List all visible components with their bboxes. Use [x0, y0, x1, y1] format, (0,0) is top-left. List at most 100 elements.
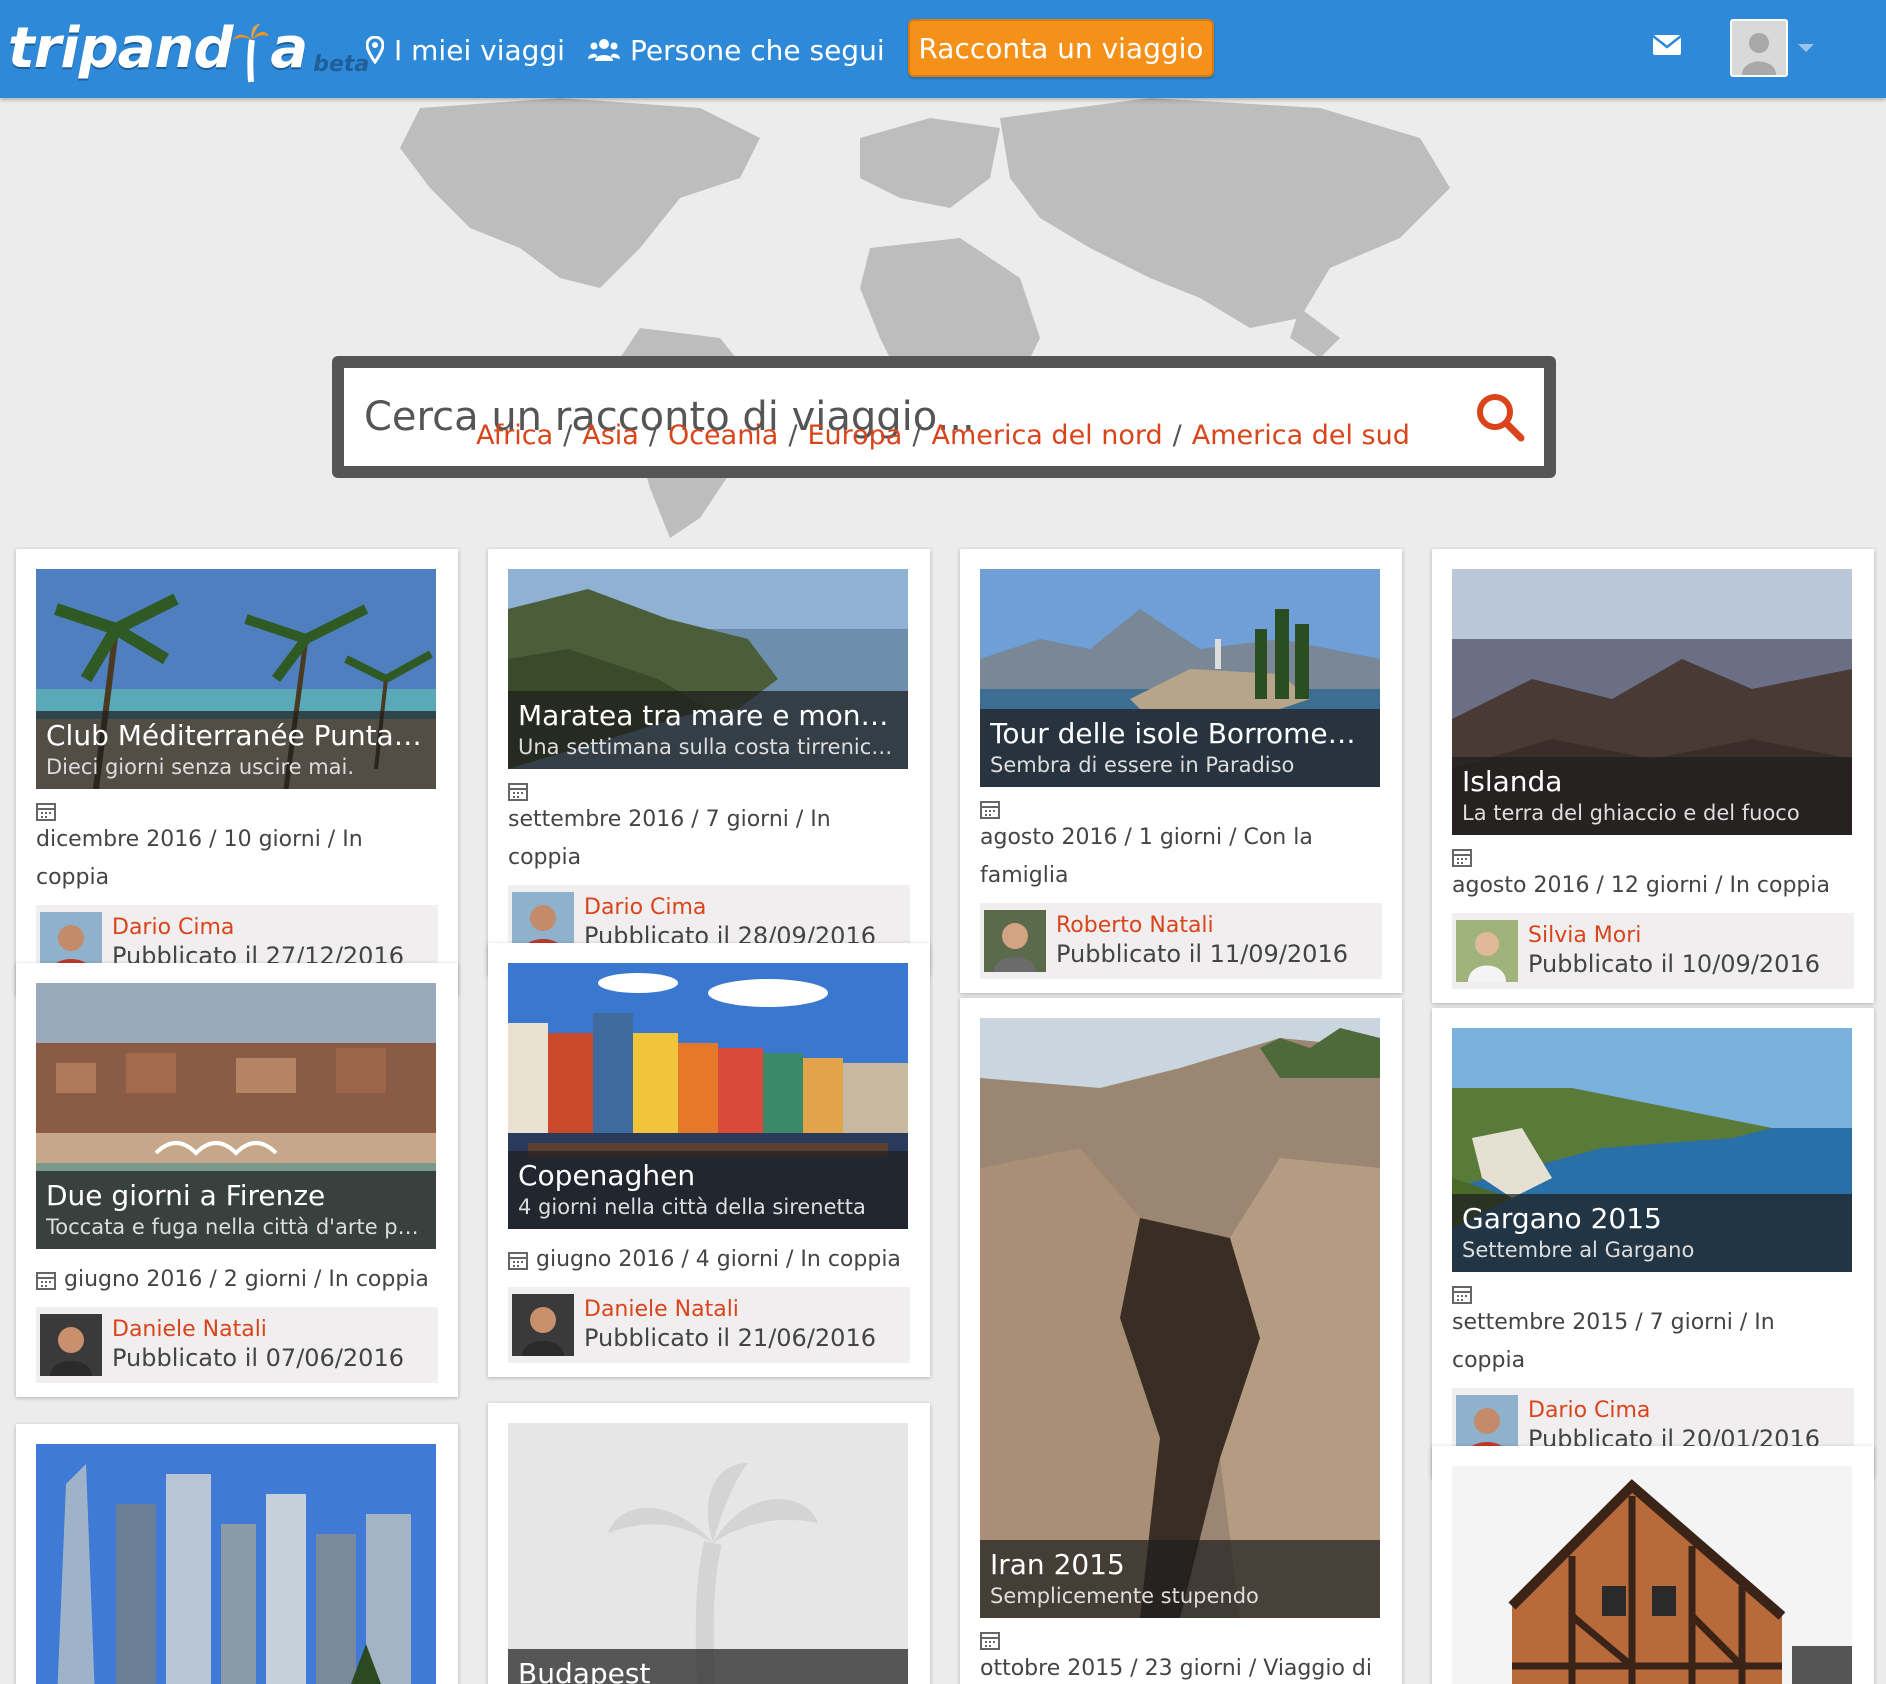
trip-meta: giugno 2016 / 4 giorni / In coppia — [508, 1241, 910, 1279]
publish-date: Pubblicato il 11/09/2016 — [1056, 940, 1348, 968]
trip-card[interactable]: Budapest — [488, 1403, 930, 1684]
search-field-wrapper — [344, 368, 1544, 466]
author-box[interactable]: Daniele Natali Pubblicato il 21/06/2016 — [508, 1287, 910, 1363]
calendar-icon — [508, 781, 528, 801]
trip-thumbnail[interactable]: Due giorni a Firenze Toccata e fuga nell… — [36, 983, 436, 1249]
timbered-house-photo — [1452, 1466, 1852, 1684]
top-navbar: tripand a beta I miei viaggi Persone che… — [0, 0, 1886, 98]
trip-thumbnail[interactable] — [36, 1444, 436, 1684]
separator: / — [563, 420, 573, 451]
trip-title: Tour delle isole Borromee de... — [990, 717, 1370, 750]
trip-meta: ottobre 2015 / 23 giorni / Viaggio di gr… — [980, 1630, 1382, 1684]
trip-thumbnail[interactable]: Budapest — [508, 1423, 908, 1684]
trip-card[interactable]: Due giorni a Firenze Toccata e fuga nell… — [16, 963, 458, 1397]
trip-meta-text: settembre 2015 / 7 giorni / In coppia — [1452, 1310, 1775, 1373]
trip-thumbnail[interactable]: Copenaghen 4 giorni nella città della si… — [508, 963, 908, 1229]
author-name[interactable]: Dario Cima — [1528, 1398, 1820, 1424]
skyscrapers-photo — [36, 1444, 436, 1684]
trip-subtitle: Sembra di essere in Paradiso — [990, 753, 1295, 777]
calendar-icon — [1452, 847, 1472, 867]
trip-card[interactable]: Maratea tra mare e montagn... Una settim… — [488, 549, 930, 975]
calendar-icon — [508, 1241, 528, 1279]
separator: / — [788, 420, 798, 451]
card-caption: Due giorni a Firenze Toccata e fuga nell… — [36, 1171, 436, 1249]
trip-title: Maratea tra mare e montagn... — [518, 699, 898, 732]
continent-link-north-america[interactable]: America del nord — [931, 420, 1162, 451]
trip-subtitle: Toccata e fuga nella città d'arte per... — [46, 1215, 426, 1239]
trip-title: Budapest — [518, 1657, 651, 1684]
author-box[interactable]: Daniele Natali Pubblicato il 07/06/2016 — [36, 1307, 438, 1383]
trip-subtitle: Una settimana sulla costa tirrenica ... — [518, 735, 898, 759]
author-avatar[interactable] — [512, 1294, 574, 1356]
author-name[interactable]: Daniele Natali — [584, 1297, 876, 1323]
card-caption: Islanda La terra del ghiaccio e del fuoc… — [1452, 757, 1852, 835]
separator: / — [912, 420, 922, 451]
card-caption: Budapest — [508, 1649, 908, 1684]
continent-links: Africa / Asia / Oceania / Europa / America del n… — [0, 420, 1886, 451]
author-name[interactable]: Daniele Natali — [112, 1317, 404, 1343]
trip-title: Iran 2015 — [990, 1548, 1125, 1581]
continent-link-africa[interactable]: Africa — [476, 420, 553, 451]
trip-card[interactable]: Iran 2015 Semplicemente stupendo ottobre… — [960, 998, 1402, 1684]
logo-text: tripand — [8, 16, 233, 81]
trip-title: Due giorni a Firenze — [46, 1179, 326, 1212]
nav-following-label: Persone che segui — [630, 33, 885, 67]
author-name[interactable]: Dario Cima — [584, 895, 876, 921]
calendar-icon — [36, 801, 56, 821]
trip-thumbnail[interactable]: Club Méditerranée Punta Ca... Dieci gior… — [36, 569, 436, 789]
trip-meta-text: settembre 2016 / 7 giorni / In coppia — [508, 807, 831, 870]
trip-card[interactable]: Club Méditerranée Punta Ca... Dieci gior… — [16, 549, 458, 995]
separator: / — [1172, 420, 1182, 451]
trip-thumbnail[interactable]: Iran 2015 Semplicemente stupendo — [980, 1018, 1380, 1618]
calendar-icon — [980, 1630, 1000, 1650]
trip-title: Copenaghen — [518, 1159, 696, 1192]
trip-meta-text: ottobre 2015 / 23 giorni / Viaggio di gr… — [980, 1656, 1372, 1681]
trip-subtitle: Dieci giorni senza uscire mai. — [46, 755, 355, 779]
continent-link-asia[interactable]: Asia — [582, 420, 639, 451]
author-box[interactable]: Roberto Natali Pubblicato il 11/09/2016 — [980, 903, 1382, 979]
trip-card[interactable] — [16, 1424, 458, 1684]
card-caption: Tour delle isole Borromee de... Sembra d… — [980, 709, 1380, 787]
user-avatar[interactable] — [1730, 19, 1788, 77]
trip-meta-text: agosto 2016 / 1 giorni / Con la famiglia — [980, 825, 1313, 888]
author-avatar[interactable] — [40, 1314, 102, 1376]
trip-card[interactable]: Islanda La terra del ghiaccio e del fuoc… — [1432, 549, 1874, 1003]
trip-thumbnail[interactable]: Maratea tra mare e montagn... Una settim… — [508, 569, 908, 769]
author-box[interactable]: Silvia Mori Pubblicato il 10/09/2016 — [1452, 913, 1854, 989]
author-name[interactable]: Roberto Natali — [1056, 913, 1348, 939]
mail-icon[interactable] — [1652, 34, 1682, 56]
calendar-icon — [36, 1261, 56, 1299]
tripandia-logo[interactable]: tripand a beta — [8, 14, 369, 84]
trip-card[interactable]: Copenaghen 4 giorni nella città della si… — [488, 943, 930, 1377]
separator: / — [648, 420, 658, 451]
trip-thumbnail[interactable]: Gargano 2015 Settembre al Gargano — [1452, 1028, 1852, 1272]
author-avatar[interactable] — [1456, 920, 1518, 982]
calendar-icon — [980, 799, 1000, 819]
nav-my-trips[interactable]: I miei viaggi — [366, 30, 565, 70]
trip-thumbnail[interactable]: Islanda La terra del ghiaccio e del fuoc… — [1452, 569, 1852, 835]
trip-meta: dicembre 2016 / 10 giorni / In coppia — [36, 801, 438, 897]
user-silhouette-icon — [1732, 21, 1786, 75]
trip-subtitle: Semplicemente stupendo — [990, 1584, 1259, 1608]
continent-link-oceania[interactable]: Oceania — [668, 420, 778, 451]
author-name[interactable]: Silvia Mori — [1528, 923, 1820, 949]
author-avatar[interactable] — [984, 910, 1046, 972]
author-name[interactable]: Dario Cima — [112, 915, 404, 941]
trip-card[interactable]: Tour delle isole Borromee de... Sembra d… — [960, 549, 1402, 993]
trip-title: Islanda — [1462, 765, 1563, 798]
trip-card[interactable] — [1432, 1446, 1874, 1684]
publish-date: Pubblicato il 10/09/2016 — [1528, 950, 1820, 978]
card-caption: Club Méditerranée Punta Ca... Dieci gior… — [36, 711, 436, 789]
canyon-photo — [980, 1018, 1380, 1618]
trip-subtitle: 4 giorni nella città della sirenetta — [518, 1195, 866, 1219]
continent-link-europa[interactable]: Europa — [807, 420, 902, 451]
continent-link-south-america[interactable]: America del sud — [1192, 420, 1410, 451]
calendar-icon — [1452, 1284, 1472, 1304]
trip-meta-text: giugno 2016 / 4 giorni / In coppia — [536, 1247, 901, 1272]
trip-card[interactable]: Gargano 2015 Settembre al Gargano settem… — [1432, 1008, 1874, 1478]
tell-a-trip-button[interactable]: Racconta un viaggio — [908, 19, 1214, 77]
chevron-down-icon[interactable] — [1798, 44, 1814, 52]
trip-thumbnail[interactable]: Tour delle isole Borromee de... Sembra d… — [980, 569, 1380, 787]
nav-following[interactable]: Persone che segui — [588, 30, 885, 70]
trip-thumbnail[interactable] — [1452, 1466, 1852, 1684]
